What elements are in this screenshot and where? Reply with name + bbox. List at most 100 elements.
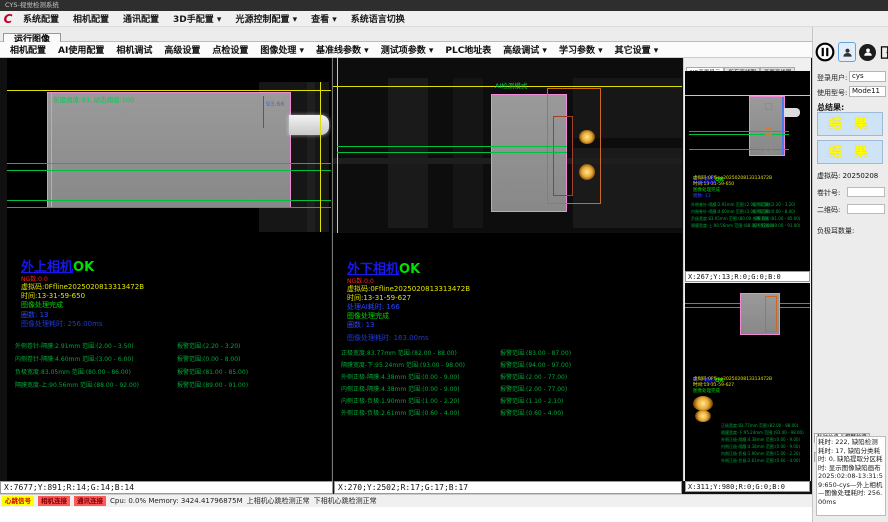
- right-turns: 圈数: 13: [347, 320, 375, 330]
- left-camera-title: 外上相机: [21, 260, 73, 275]
- menu-system-config[interactable]: 系统配置: [16, 12, 66, 25]
- tool-other-settings[interactable]: 其它设置 ▾: [609, 43, 665, 56]
- mini-bottom-coordinate-bar: X:311;Y:980;R:0;G:0;B:0: [685, 481, 810, 492]
- tool-camera-debug[interactable]: 相机调试: [110, 43, 158, 56]
- info-panel: 登录用户: cys 使用型号: Mode11 总结果: 结 果 结 果 虚拟码:…: [812, 27, 888, 522]
- mini-top-orange-box-1: [765, 103, 772, 110]
- model-value[interactable]: Mode11: [849, 86, 886, 97]
- mini-bottom-row-5: 外侧正极-负极:2.61mm 范围:(0.60 - 4.00): [721, 458, 800, 464]
- right-elapsed: 图像处理耗时: 163.00ms: [347, 333, 429, 343]
- app-window: CYS-视觉检测系统 C 系统配置 相机配置 通讯配置 3D手配置 ▾ 光源控制…: [0, 0, 888, 522]
- app-logo-icon: C: [0, 12, 16, 26]
- menu-comm-config[interactable]: 通讯配置: [116, 12, 166, 25]
- title-bar: CYS-视觉检测系统: [0, 0, 888, 11]
- model-label: 使用型号:: [817, 88, 847, 98]
- right-camera-panel[interactable]: AI检测模式 外下相机OK NG数:0:0 虚拟码:0Ffline2025020…: [332, 58, 682, 481]
- mini-bottom-orange-rect: [765, 296, 777, 332]
- mini-top-yellow-hline: [685, 95, 810, 96]
- top-camera-heartbeat-text: 上相机心跳检测正常: [247, 496, 310, 506]
- left-measure-label: 93.66: [266, 100, 285, 108]
- tool-camera-config[interactable]: 相机配置: [4, 43, 52, 56]
- mini-top-camera-view[interactable]: 外上相机OK 虚拟码:0Ffline2025020813313472B 时间:1…: [685, 71, 810, 271]
- right-coordinate-bar: X:270;Y:2502;R:17;G:17;B:17: [334, 481, 682, 494]
- window-title: CYS-视觉检测系统: [5, 1, 59, 9]
- menu-light-config[interactable]: 光源控制配置 ▾: [228, 12, 304, 25]
- qr-code-label: 二维码:: [817, 205, 840, 215]
- menu-language-switch[interactable]: 系统语言切换: [344, 12, 412, 25]
- left-tab-object: [289, 115, 329, 135]
- left-camera-panel[interactable]: 灰度阈值:93, 动态阈值:100 93.66 外上相机OK NG数:0:0 虚…: [7, 58, 331, 481]
- left-elapsed: 图像处理耗时: 256.00ms: [21, 319, 103, 329]
- right-ai-overlay: AI检测模式: [495, 80, 527, 90]
- right-row-4: 内侧正极-负极:1.90mm 范围:(1.00 - 2.20): [341, 396, 460, 405]
- login-user-label: 登录用户:: [817, 73, 847, 83]
- right-bg-stripe2: [453, 78, 483, 228]
- login-user-value[interactable]: cys: [849, 71, 886, 82]
- right-row-3: 内侧正极-隔膜:4.38mm 范围:(0.00 - 9.00): [341, 384, 460, 393]
- mini-bottom-done: 图像处理完成: [693, 388, 720, 394]
- tool-ai-config[interactable]: AI使用配置: [52, 43, 110, 56]
- left-row-0: 外侧卷针-隔膜:2.91mm 范围:(2.00 - 3.50): [15, 341, 134, 350]
- mini-top-coordinate-bar: X:267;Y:13;R:0;G:0;B:0: [685, 271, 810, 282]
- right-row-2: 外侧正极-隔膜:4.38mm 范围:(0.00 - 9.00): [341, 372, 460, 381]
- right-brown-rect: [553, 116, 573, 196]
- right-row-4-alarm: 报警范围:(1.10 - 2.10): [500, 396, 563, 405]
- mini-bottom-gold-spot-1: [693, 396, 713, 411]
- tool-test-params[interactable]: 测试项参数 ▾: [375, 43, 440, 56]
- left-green-line-1: [7, 163, 331, 164]
- right-row-1: 隔膜宽度-下:95.24mm 范围:(93.00 - 98.00): [341, 360, 465, 369]
- right-row-0: 正极宽度:83.77mm 范围:(82.00 - 88.00): [341, 348, 457, 357]
- left-row-2: 负极宽度:83.05mm 范围:(80.00 - 86.00): [15, 367, 131, 376]
- left-row-1: 内侧卷针-隔膜:4.60mm 范围:(3.00 - 6.00): [15, 354, 134, 363]
- tool-plc-address[interactable]: PLC地址表: [439, 43, 497, 56]
- mini-bottom-row-1: 隔膜宽度-下:95.24mm 范围:(93.00 - 98.00): [721, 430, 804, 436]
- pause-button[interactable]: [815, 42, 835, 62]
- tool-advanced-settings[interactable]: 高级设置: [158, 43, 206, 56]
- right-gold-spot-1: [579, 130, 595, 144]
- menu-camera-config[interactable]: 相机配置: [66, 12, 116, 25]
- result-box-1: 结 果: [817, 112, 883, 136]
- user-login-button[interactable]: [838, 42, 856, 62]
- mini-bottom-row-3: 内侧正极-隔膜:4.38mm 范围:(0.00 - 9.00): [721, 444, 800, 450]
- mini-top-green-line-3: [689, 149, 789, 150]
- left-separator-region: [47, 92, 291, 208]
- mini-top-tab-object: [784, 108, 800, 117]
- left-image-bg-stripe2: [307, 82, 315, 232]
- tab-row: 运行图像: [0, 27, 888, 42]
- right-row-1-alarm: 报警范围:(94.00 - 97.00): [500, 360, 571, 369]
- tool-spot-check[interactable]: 点检设置: [206, 43, 254, 56]
- log-text[interactable]: 耗时: 222, 缺陷检测耗时: 17, 缺陷分类耗时: 0, 缺陷提取分区耗时…: [816, 436, 886, 516]
- tool-learning-params[interactable]: 学习参数 ▾: [553, 43, 609, 56]
- qr-code-field[interactable]: [847, 204, 885, 214]
- virtual-code-value: 20250208: [843, 172, 879, 180]
- bottom-strip: [0, 507, 812, 522]
- right-row-5: 外侧正极-负极:2.61mm 范围:(0.60 - 4.00): [341, 408, 460, 417]
- mini-top-row-2-alarm: 报警范围:(81.00 - 85.00): [753, 216, 800, 222]
- tool-image-processing[interactable]: 图像处理 ▾: [254, 43, 310, 56]
- mini-bottom-row-0: 正极宽度:83.77mm 范围:(82.00 - 88.00): [721, 423, 798, 429]
- mini-bottom-camera-view[interactable]: 外下相机OK 虚拟码:0Ffline2025020813313472B 时间:1…: [685, 283, 810, 481]
- status-bar: 心跳信号 相机连接 通讯连接 Cpu: 0.0% Memory: 3424.41…: [0, 494, 812, 507]
- menu-bar: C 系统配置 相机配置 通讯配置 3D手配置 ▾ 光源控制配置 ▾ 查看 ▾ 系…: [0, 11, 888, 27]
- right-row-3-alarm: 报警范围:(2.00 - 77.00): [500, 384, 567, 393]
- pin-number-field[interactable]: [847, 187, 885, 197]
- menu-3d-config[interactable]: 3D手配置 ▾: [166, 12, 228, 25]
- right-green-line-1: [337, 146, 567, 147]
- mini-bottom-row-4: 内侧正极-负极:1.90mm 范围:(1.00 - 2.20): [721, 451, 800, 457]
- menu-view[interactable]: 查看 ▾: [304, 12, 344, 25]
- left-green-line-4: [7, 207, 331, 208]
- cpu-memory-text: Cpu: 0.0% Memory: 3424.41796875M: [110, 497, 243, 505]
- left-yellow-hline: [7, 90, 331, 91]
- exit-button[interactable]: [879, 45, 888, 60]
- right-camera-status: OK: [399, 262, 420, 277]
- right-row-5-alarm: 报警范围:(0.60 - 4.00): [500, 408, 563, 417]
- tab-count-label: 负极耳数量:: [817, 226, 854, 236]
- user-account-button[interactable]: [859, 44, 876, 61]
- tool-advanced-debug[interactable]: 高级调试 ▾: [497, 43, 553, 56]
- left-threshold-overlay: 灰度阈值:93, 动态阈值:100: [53, 94, 134, 104]
- right-green-line-2: [337, 152, 567, 153]
- tool-baseline-params[interactable]: 基准线参数 ▾: [310, 43, 375, 56]
- control-buttons: [815, 42, 888, 62]
- mini-top-green-line-1: [689, 131, 789, 132]
- mini-top-blue-edge: [782, 97, 784, 155]
